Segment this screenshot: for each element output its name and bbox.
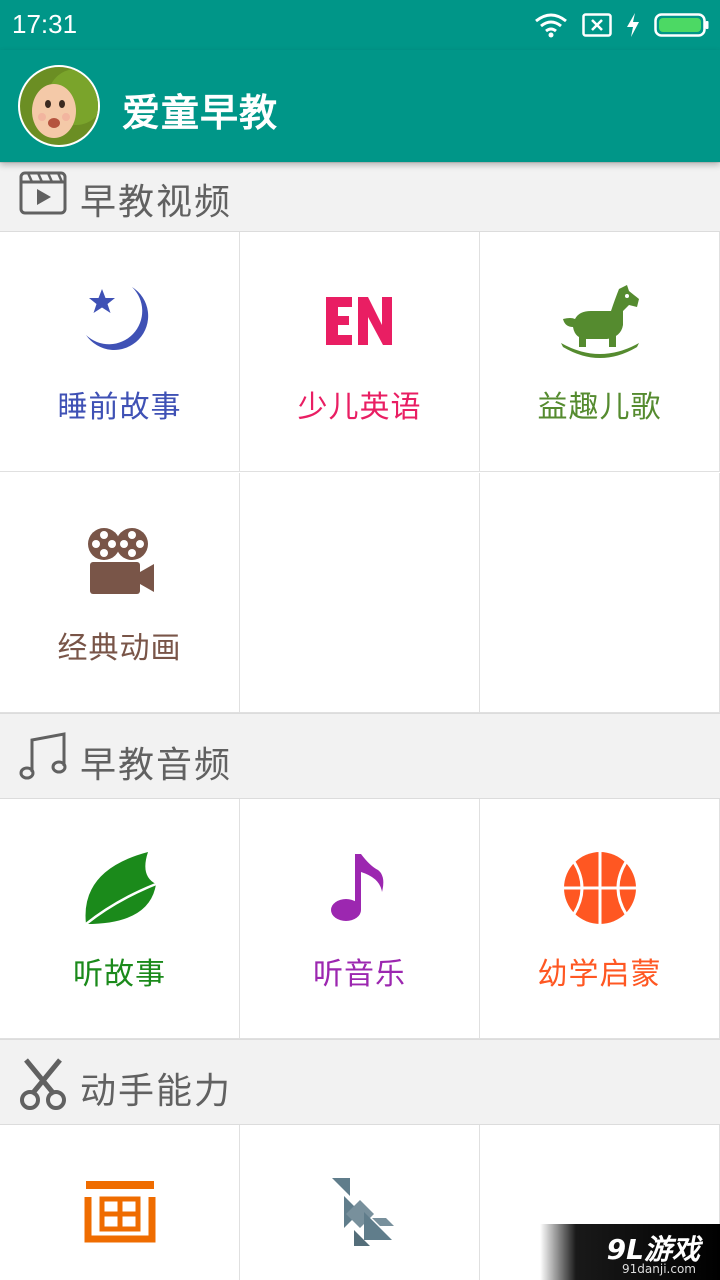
grid-item-drawing[interactable] <box>0 1125 240 1280</box>
video-grid: 睡前故事 少儿英语 益趣儿歌 经典动画 <box>0 232 720 714</box>
grid-item-early-learning[interactable]: 幼学启蒙 <box>480 799 720 1039</box>
basketball-icon <box>563 852 636 924</box>
video-clapper-icon <box>19 171 67 215</box>
rocking-horse-icon <box>560 285 639 358</box>
avatar[interactable] <box>18 65 100 147</box>
grid-item-bedtime-stories[interactable]: 睡前故事 <box>0 232 240 472</box>
grid-item-label: 睡前故事 <box>57 390 182 425</box>
grid-item-label: 经典动画 <box>57 631 182 666</box>
watermark-url: 91danji.com <box>622 1262 696 1276</box>
battery-icon <box>654 13 709 37</box>
watermark: 9L游戏 91danji.com <box>540 1224 720 1280</box>
grid-item-label: 幼学启蒙 <box>537 957 662 992</box>
movie-camera-icon <box>87 528 154 594</box>
app-bar: 爱童早教 <box>0 50 720 162</box>
music-note-icon <box>330 854 383 921</box>
wifi-icon <box>535 13 567 38</box>
status-time: 17:31 <box>12 9 78 39</box>
section-header-video: 早教视频 <box>0 162 720 232</box>
audio-grid: 听故事 听音乐 幼学启蒙 <box>0 799 720 1040</box>
grid-item-kids-english[interactable]: 少儿英语 <box>240 232 480 472</box>
grid-item-label: 少儿英语 <box>297 390 422 425</box>
app-title: 爱童早教 <box>122 91 279 135</box>
draw-character-icon <box>84 1181 155 1243</box>
sim-no-signal-icon <box>582 13 612 37</box>
system-icons <box>534 10 710 40</box>
section-header-audio: 早教音频 <box>0 713 720 799</box>
music-notes-icon <box>19 732 67 780</box>
leaf-icon <box>84 852 156 925</box>
grid-item-empty <box>480 473 720 713</box>
grid-item-listen-music[interactable]: 听音乐 <box>240 799 480 1039</box>
scissors-icon <box>20 1058 66 1110</box>
section-title: 动手能力 <box>80 1071 233 1112</box>
baby-avatar-image <box>20 67 98 145</box>
section-title: 早教音频 <box>80 745 233 786</box>
section-title: 早教视频 <box>80 182 233 223</box>
en-letters-icon <box>325 297 392 345</box>
grid-item-fun-songs[interactable]: 益趣儿歌 <box>480 232 720 472</box>
moon-star-icon <box>85 287 148 350</box>
grid-item-listen-stories[interactable]: 听故事 <box>0 799 240 1039</box>
status-bar: 17:31 <box>0 0 720 50</box>
charging-icon <box>627 13 639 37</box>
grid-item-label: 听音乐 <box>313 957 406 992</box>
grid-item-classic-cartoons[interactable]: 经典动画 <box>0 473 240 713</box>
grid-item-tangram[interactable] <box>240 1125 480 1280</box>
grid-item-label: 听故事 <box>73 957 166 992</box>
grid-item-label: 益趣儿歌 <box>537 390 662 425</box>
section-header-handcraft: 动手能力 <box>0 1039 720 1125</box>
tangram-icon <box>331 1178 394 1246</box>
grid-item-empty <box>240 473 480 713</box>
